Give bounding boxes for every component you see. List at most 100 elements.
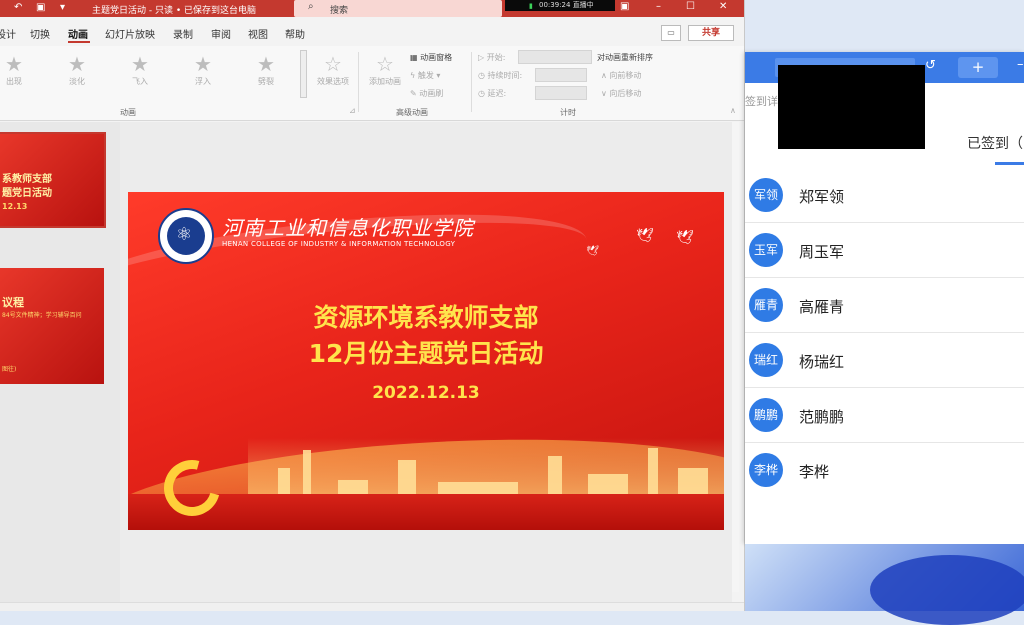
active-tab-indicator <box>68 41 90 43</box>
move-earlier-button[interactable]: ∧ 向前移动 <box>601 70 641 81</box>
member-row[interactable]: 雁青 高雁青 <box>745 278 1024 333</box>
add-animation-button[interactable]: ☆ 添加动画 <box>364 52 406 87</box>
group-animation-label: 动画 <box>120 108 136 117</box>
tab-design[interactable]: 设计 <box>0 26 16 41</box>
star-icon: ★ <box>131 52 149 76</box>
member-row[interactable]: 瑞红 杨瑞红 <box>745 333 1024 388</box>
present-icon[interactable]: ▣ <box>36 2 45 13</box>
slide-thumbnail-1[interactable]: 系教师支部 题党日活动 12.13 <box>0 132 106 228</box>
separator <box>358 52 359 112</box>
member-row[interactable]: 鹏鹏 范鹏鹏 <box>745 388 1024 443</box>
active-tab-indicator <box>995 162 1024 165</box>
status-bar <box>0 602 744 611</box>
delay-field[interactable] <box>535 86 587 100</box>
share-button[interactable]: 共享 <box>688 25 734 41</box>
avatar: 军领 <box>749 178 783 212</box>
redacted-area <box>778 65 925 149</box>
effect-fly-in[interactable]: ★ 飞入 <box>120 52 160 87</box>
tab-slideshow[interactable]: 幻灯片放映 <box>105 26 155 41</box>
star-icon: ★ <box>68 52 86 76</box>
avatar: 鹏鹏 <box>749 398 783 432</box>
chevron-down-icon[interactable]: ▾ <box>60 2 65 13</box>
signal-icon: ▮ <box>529 2 533 10</box>
tab-signed-in[interactable]: 已签到（ <box>967 133 1023 153</box>
undo-icon[interactable]: ↶ <box>14 2 22 13</box>
animation-painter-button[interactable]: ✎ 动画刷 <box>410 88 443 99</box>
ribbon-display-icon[interactable]: ▣ <box>620 1 629 12</box>
move-later-button[interactable]: ∨ 向后移动 <box>601 88 641 99</box>
tab-review[interactable]: 审阅 <box>211 26 231 41</box>
vertical-scrollbar[interactable] <box>732 122 739 592</box>
effect-split[interactable]: ★ 劈裂 <box>246 52 286 87</box>
slide-editing-area: ⚛ 河南工业和信息化职业学院 HENAN COLLEGE OF INDUSTRY… <box>120 122 739 602</box>
member-name: 杨瑞红 <box>799 353 845 371</box>
add-button[interactable]: + <box>958 57 998 78</box>
slide-title-line1: 资源环境系教师支部 <box>313 303 539 332</box>
member-name: 李桦 <box>799 463 830 481</box>
effects-gallery-scroll[interactable] <box>300 50 307 98</box>
close-icon[interactable]: ✕ <box>719 1 727 12</box>
sign-in-detail-label: 签到详 <box>745 95 778 108</box>
minimize-icon[interactable]: – <box>656 1 661 12</box>
title-bar: ↶ ▣ ▾ 主题党日活动 - 只读 • 已保存到这台电脑 ⌕ 搜索 ▮ 00:3… <box>0 0 744 17</box>
search-placeholder: 搜索 <box>330 6 349 16</box>
powerpoint-window: ↶ ▣ ▾ 主题党日活动 - 只读 • 已保存到这台电脑 ⌕ 搜索 ▮ 00:3… <box>0 0 745 611</box>
star-icon: ★ <box>257 52 275 76</box>
effect-float-in[interactable]: ★ 浮入 <box>183 52 223 87</box>
avatar: 李桦 <box>749 453 783 487</box>
trigger-button[interactable]: ϟ 触发 ▾ <box>410 70 440 81</box>
effect-fade[interactable]: ★ 淡化 <box>57 52 97 87</box>
dove-icon: 🕊 <box>586 246 599 257</box>
search-box[interactable]: ⌕ 搜索 <box>294 0 502 17</box>
avatar: 玉军 <box>749 233 783 267</box>
dove-icon: 🕊 <box>676 230 694 246</box>
start-label: ▷ 开始: <box>478 53 506 62</box>
star-icon: ★ <box>194 52 212 76</box>
animation-pane-button[interactable]: ▦ 动画窗格 <box>410 52 452 63</box>
collapse-ribbon-icon[interactable]: ∧ <box>730 106 736 115</box>
slide-date: 2022.12.13 <box>372 383 480 403</box>
ribbon-tabs: 设计 切换 动画 幻灯片放映 录制 审阅 视图 帮助 ▭ 共享 <box>0 17 744 46</box>
dove-icon: 🕊 <box>636 228 654 244</box>
slide-1[interactable]: ⚛ 河南工业和信息化职业学院 HENAN COLLEGE OF INDUSTRY… <box>128 192 724 530</box>
group-advanced-label: 高级动画 <box>396 108 428 117</box>
comments-icon[interactable]: ▭ <box>661 25 681 41</box>
recording-status: 直播中 <box>572 1 594 9</box>
tab-view[interactable]: 视图 <box>248 26 268 41</box>
reorder-label: 对动画重新排序 <box>597 53 653 62</box>
minimize-icon[interactable]: – <box>1017 57 1024 72</box>
school-name-cn: 河南工业和信息化职业学院 <box>222 216 474 240</box>
star-icon: ★ <box>5 52 23 76</box>
desktop-wallpaper-shape <box>870 555 1024 625</box>
slide-title-line2: 12月份主题党日活动 <box>308 339 544 368</box>
member-name: 范鹏鹏 <box>799 408 845 426</box>
tab-record[interactable]: 录制 <box>173 26 193 41</box>
history-icon[interactable]: ↺ <box>925 58 936 73</box>
maximize-icon[interactable]: ☐ <box>686 1 695 12</box>
document-title: 主题党日活动 - 只读 • 已保存到这台电脑 <box>92 6 257 16</box>
recording-time: 00:39:24 <box>539 1 571 9</box>
school-name-en: HENAN COLLEGE OF INDUSTRY & INFORMATION … <box>222 240 456 248</box>
member-name: 郑军领 <box>799 188 845 206</box>
duration-field[interactable] <box>535 68 587 82</box>
avatar: 瑞红 <box>749 343 783 377</box>
effect-options-icon: ☆ <box>324 52 342 76</box>
effect-options-button[interactable]: ☆ 效果选项 <box>313 52 353 87</box>
slide-thumbnail-2[interactable]: 议程 84号文件精神；学习辅导百问 图往) <box>0 268 104 384</box>
dialog-launcher-icon[interactable]: ⊿ <box>349 106 356 115</box>
start-select[interactable] <box>518 50 592 64</box>
duration-label: ◷ 持续时间: <box>478 71 523 80</box>
member-row[interactable]: 玉军 周玉军 <box>745 223 1024 278</box>
tab-animations[interactable]: 动画 <box>68 26 88 41</box>
tab-help[interactable]: 帮助 <box>285 26 305 41</box>
school-logo: ⚛ <box>158 208 214 264</box>
avatar: 雁青 <box>749 288 783 322</box>
tab-transitions[interactable]: 切换 <box>30 26 50 41</box>
ribbon: ★ 出现 ★ 淡化 ★ 飞入 ★ 浮入 ★ 劈裂 ☆ 效果选项 动画 ⊿ ☆ 添加动画 ▦ 动… <box>0 46 744 121</box>
effect-appear[interactable]: ★ 出现 <box>0 52 34 87</box>
member-row[interactable]: 军领 郑军领 <box>745 168 1024 223</box>
slide-thumbnails: 系教师支部 题党日活动 12.13 议程 84号文件精神；学习辅导百问 图往) <box>0 122 120 602</box>
member-name: 高雁青 <box>799 298 845 316</box>
separator <box>471 52 472 112</box>
member-row[interactable]: 李桦 李桦 <box>745 443 1024 498</box>
